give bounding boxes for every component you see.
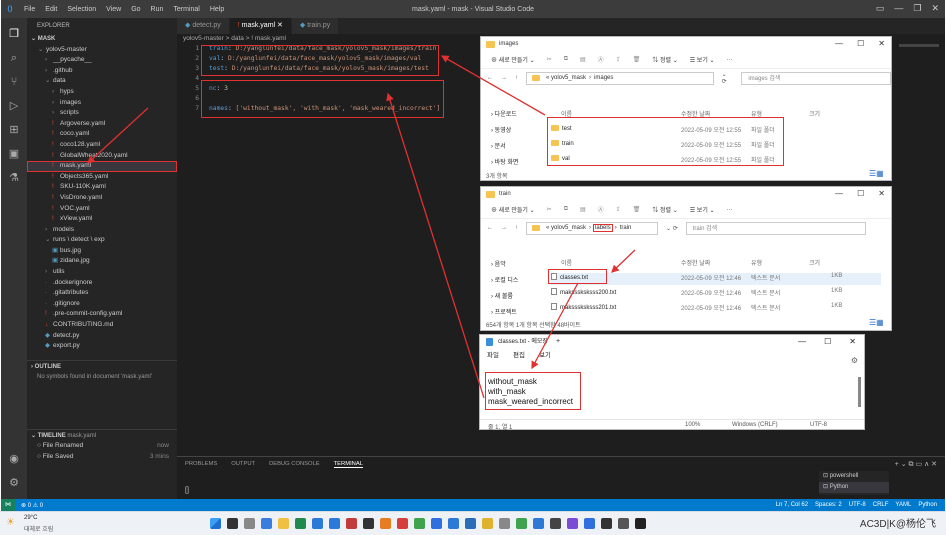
arrow-to-classes: [611, 249, 636, 273]
app-icon[interactable]: [499, 518, 510, 529]
app-icon[interactable]: [380, 518, 391, 529]
zoom-icon[interactable]: [329, 518, 340, 529]
app-icon[interactable]: [601, 518, 612, 529]
app-icon[interactable]: [465, 518, 476, 529]
terminal-icon[interactable]: [635, 518, 646, 529]
arrow-to-mask-yaml: [87, 107, 149, 164]
edge-icon[interactable]: [312, 518, 323, 529]
search-icon[interactable]: [227, 518, 238, 529]
app-icon[interactable]: [346, 518, 357, 529]
arrow-to-names: [386, 92, 485, 399]
weather-text[interactable]: 대체로 흐림: [24, 524, 53, 533]
weather-icon[interactable]: ☀: [6, 517, 15, 528]
start-icon[interactable]: [210, 518, 221, 529]
vscode-icon[interactable]: [448, 518, 459, 529]
app-icon[interactable]: [414, 518, 425, 529]
watermark: AC3D|K@杨伦飞: [859, 519, 936, 530]
file-explorer-icon[interactable]: [278, 518, 289, 529]
app-icon[interactable]: [584, 518, 595, 529]
chrome-icon[interactable]: [295, 518, 306, 529]
app-icon[interactable]: [397, 518, 408, 529]
arrow-to-notepad: [531, 282, 579, 370]
chat-icon[interactable]: [261, 518, 272, 529]
app-icon[interactable]: [550, 518, 561, 529]
app-icon[interactable]: [431, 518, 442, 529]
app-icon[interactable]: [363, 518, 374, 529]
arrow-to-paths: [440, 55, 546, 116]
app-icon[interactable]: [482, 518, 493, 529]
task-view-icon[interactable]: [244, 518, 255, 529]
app-icon[interactable]: [533, 518, 544, 529]
app-icon[interactable]: [567, 518, 578, 529]
windows-taskbar: ☀ 29°C 대체로 흐림 AC3D|K@杨伦飞: [0, 511, 946, 535]
weather-temp[interactable]: 29°C: [24, 515, 37, 521]
app-icon[interactable]: [618, 518, 629, 529]
annotation-arrows: [87, 55, 636, 399]
app-icon[interactable]: [516, 518, 527, 529]
